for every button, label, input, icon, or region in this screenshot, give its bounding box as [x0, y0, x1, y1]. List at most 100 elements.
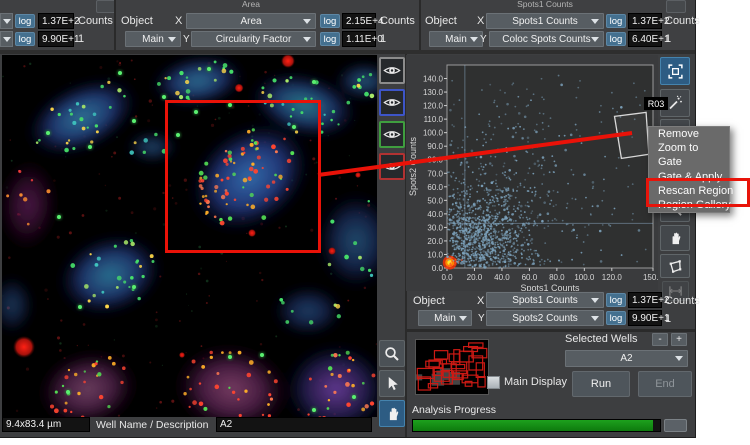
svg-text:20.0: 20.0 [467, 273, 483, 282]
object-dropdown[interactable]: Main [125, 31, 181, 47]
object-label: Object [413, 295, 445, 307]
y-feature-dropdown[interactable]: Circularity Factor [191, 31, 316, 47]
select-tool-button[interactable] [379, 370, 405, 397]
regions-thumbnail[interactable] [415, 339, 489, 395]
y-feature-dropdown[interactable]: Coloc Spots Counts [489, 31, 604, 47]
svg-text:Spots2 Counts: Spots2 Counts [408, 136, 418, 196]
polygon-region-button[interactable] [660, 254, 690, 278]
unit-label: 1 [380, 33, 387, 45]
magic-wand-icon [669, 95, 682, 110]
pan-tool-button[interactable] [379, 400, 405, 427]
x-feature-dropdown[interactable]: Spots1 Counts [486, 13, 604, 29]
unit-label: Counts [78, 15, 113, 27]
measure-width-icon[interactable] [666, 0, 686, 13]
magnifier-icon [385, 346, 399, 361]
scale-readout: 9.4x83.4 µm [2, 417, 90, 432]
stat-value: 1.11E+0 [342, 31, 383, 47]
x-feature-dropdown[interactable]: Area [186, 13, 316, 29]
object-dropdown[interactable]: Main [418, 310, 472, 326]
y-feature-dropdown[interactable]: Spots2 Counts [486, 310, 604, 326]
run-button[interactable]: Run [572, 371, 630, 397]
fit-view-button[interactable] [660, 57, 690, 85]
log-toggle-button[interactable]: log [15, 14, 35, 28]
stat-value: 9.90E+1 [38, 31, 80, 47]
log-toggle-button[interactable]: log [320, 14, 340, 28]
log-toggle-button[interactable]: log [606, 293, 626, 307]
log-toggle-button[interactable]: log [606, 32, 626, 46]
x-feature-dropdown[interactable]: Spots1 Counts [486, 292, 604, 308]
channel-visibility-button[interactable] [379, 57, 405, 84]
channel-visibility-button[interactable] [379, 89, 405, 116]
object-label: Object [121, 15, 153, 27]
menu-item-gate[interactable]: Gate [649, 155, 729, 169]
stat-value: 1.37E+2 [38, 13, 80, 29]
analysis-app-window: log 1.37E+2 Counts log 9.90E+1 1 Area Ob… [0, 0, 700, 438]
menu-item-zoom-to[interactable]: Zoom to [649, 141, 729, 155]
scatter-plot[interactable]: 0.0 10.0 20.0 30.0 40.0 50.0 60.0 70.0 80.0 90.0 1… [406, 55, 658, 291]
object-dropdown[interactable]: Main [429, 31, 483, 47]
stat-value: 6.40E+1 [628, 31, 670, 47]
screenshot-stage: log 1.37E+2 Counts log 9.90E+1 1 Area Ob… [0, 0, 750, 445]
pan-hand-icon [389, 407, 398, 421]
end-button[interactable]: End [638, 371, 692, 397]
well-name-label: Well Name / Description [96, 419, 209, 431]
svg-text:110.0: 110.0 [424, 115, 444, 124]
zoom-tool-button[interactable] [379, 340, 405, 367]
wells-decrease-button[interactable]: - [652, 333, 668, 346]
channel-visibility-button[interactable] [379, 153, 405, 180]
svg-text:0.0: 0.0 [432, 264, 444, 273]
selection-rectangle[interactable] [165, 100, 321, 253]
progress-end-button[interactable] [664, 419, 687, 432]
unit-label: Counts [665, 15, 700, 27]
chevron-down-icon [303, 37, 311, 42]
eye-icon [383, 163, 401, 170]
analysis-progress-bar [412, 419, 661, 432]
chevron-down-icon [591, 316, 599, 321]
chevron-down-icon [591, 19, 599, 24]
main-display-label: Main Display [504, 376, 567, 388]
unit-label: 1 [665, 33, 672, 45]
chevron-down-icon[interactable] [0, 13, 13, 29]
svg-text:30.0: 30.0 [427, 223, 443, 232]
stat-value: 1.37E+2 [628, 13, 670, 29]
measure-width-icon[interactable] [96, 0, 116, 13]
progress-fill [413, 420, 653, 431]
svg-text:80.0: 80.0 [549, 273, 565, 282]
main-display-checkbox[interactable] [487, 376, 500, 389]
top-parameter-bar: log 1.37E+2 Counts log 9.90E+1 1 Area Ob… [0, 0, 700, 50]
wells-increase-button[interactable]: + [671, 333, 687, 346]
selected-well-dropdown[interactable]: A2 [565, 350, 688, 367]
region-r03-polygon[interactable] [613, 111, 650, 160]
svg-text:80.0: 80.0 [427, 156, 443, 165]
svg-text:60.0: 60.0 [522, 273, 538, 282]
svg-text:130.0: 130.0 [423, 88, 444, 97]
svg-text:Spots1 Counts: Spots1 Counts [520, 283, 580, 291]
x-axis-label: X [477, 295, 485, 307]
microscopy-image-viewport[interactable] [2, 55, 377, 417]
log-toggle-button[interactable]: log [606, 311, 626, 325]
svg-text:50.0: 50.0 [427, 196, 443, 205]
svg-text:140.0: 140.0 [423, 75, 444, 84]
y-axis-label: Y [478, 313, 485, 324]
pan-plot-button[interactable] [660, 225, 690, 251]
log-toggle-button[interactable]: log [15, 32, 35, 46]
log-toggle-button[interactable]: log [320, 32, 340, 46]
well-name-field[interactable]: A2 [216, 417, 372, 432]
pan-hand-icon [672, 232, 681, 245]
chevron-down-icon [591, 298, 599, 303]
svg-text:90.0: 90.0 [427, 142, 443, 151]
menu-item-remove[interactable]: Remove [649, 127, 729, 141]
stat-value: 2.15E+4 [342, 13, 384, 29]
chevron-down-icon[interactable] [0, 31, 13, 47]
svg-text:70.0: 70.0 [427, 169, 443, 178]
channel-visibility-button[interactable] [379, 121, 405, 148]
polygon-gate-icon [669, 259, 682, 273]
unit-label: Counts [380, 15, 415, 27]
svg-text:100.0: 100.0 [423, 129, 444, 138]
fit-view-icon [667, 63, 683, 79]
log-toggle-button[interactable]: log [606, 14, 626, 28]
panel-header: Spots1 Counts [517, 0, 573, 9]
unit-label: Counts [665, 295, 700, 307]
cursor-icon [388, 376, 398, 391]
eye-icon [383, 67, 401, 74]
